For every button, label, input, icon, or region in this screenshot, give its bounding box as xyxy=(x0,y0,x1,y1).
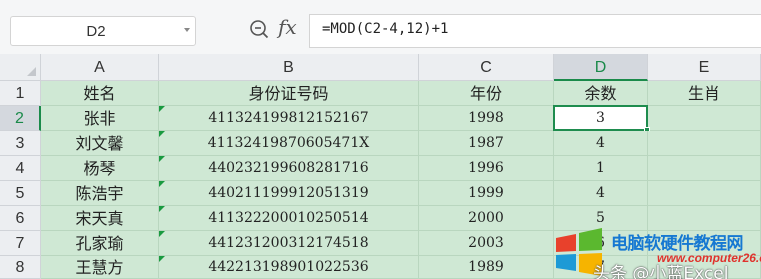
watermark-author: 头条 @小蓝Excel xyxy=(593,264,729,279)
cell-value: 41132419870605471X xyxy=(207,135,370,151)
cell-value: 1999 xyxy=(468,185,504,201)
cell-e1[interactable]: 生肖 xyxy=(648,81,761,106)
cell-value: 陈浩宇 xyxy=(75,184,124,203)
column-header-e[interactable]: E xyxy=(648,54,761,81)
number-as-text-marker-icon[interactable] xyxy=(159,131,165,137)
cell-d5[interactable]: 4 xyxy=(554,181,648,206)
cell-value: 1 xyxy=(596,160,605,176)
column-header-d[interactable]: D xyxy=(554,54,648,81)
number-as-text-marker-icon[interactable] xyxy=(159,231,165,237)
cell-a5[interactable]: 陈浩宇 xyxy=(41,181,159,206)
cell-d1[interactable]: 余数 xyxy=(554,81,648,106)
row-header-3[interactable]: 3 xyxy=(0,131,41,156)
name-box-value: D2 xyxy=(86,23,106,40)
cell-value: 442213198901022536 xyxy=(208,259,369,275)
cell-value: 刘文馨 xyxy=(75,134,124,153)
name-box[interactable]: D2 xyxy=(10,16,196,46)
cell-value: 年份 xyxy=(469,84,502,103)
row-header-8[interactable]: 8 xyxy=(0,256,41,279)
cell-a4[interactable]: 杨琴 xyxy=(41,156,159,181)
cell-value: 1989 xyxy=(468,259,504,275)
cell-value: 孔家瑜 xyxy=(75,234,124,253)
cell-c7[interactable]: 2003 xyxy=(419,231,554,256)
cell-a7[interactable]: 孔家瑜 xyxy=(41,231,159,256)
insert-function-icon[interactable]: fx xyxy=(278,15,297,39)
cell-value: 张非 xyxy=(83,109,116,128)
cell-d2[interactable]: 3 xyxy=(554,106,648,131)
zoom-formula-icon[interactable] xyxy=(249,19,269,39)
number-as-text-marker-icon[interactable] xyxy=(159,256,165,262)
row-header-6[interactable]: 6 xyxy=(0,206,41,231)
row-header-2[interactable]: 2 xyxy=(0,106,41,131)
row-header-4[interactable]: 4 xyxy=(0,156,41,181)
cell-b3[interactable]: 41132419870605471X xyxy=(159,131,419,156)
number-as-text-marker-icon[interactable] xyxy=(159,156,165,162)
cell-b1[interactable]: 身份证号码 xyxy=(159,81,419,106)
cell-d3[interactable]: 4 xyxy=(554,131,648,156)
cell-d4[interactable]: 1 xyxy=(554,156,648,181)
cell-value: 王慧方 xyxy=(75,258,124,277)
number-as-text-marker-icon[interactable] xyxy=(159,206,165,212)
cell-value: 4 xyxy=(596,185,605,201)
cell-value: 1987 xyxy=(468,135,504,151)
cell-value: 2000 xyxy=(468,210,504,226)
cell-value: 身份证号码 xyxy=(248,84,329,103)
cell-e3[interactable] xyxy=(648,131,761,156)
column-header-c[interactable]: C xyxy=(419,54,554,81)
number-as-text-marker-icon[interactable] xyxy=(159,181,165,187)
cell-a2[interactable]: 张非 xyxy=(41,106,159,131)
cell-value: 1998 xyxy=(468,110,504,126)
cell-value: 440232199608281716 xyxy=(208,160,369,176)
column-header-a[interactable]: A xyxy=(41,54,159,81)
cell-value: 杨琴 xyxy=(83,159,116,178)
cell-c3[interactable]: 1987 xyxy=(419,131,554,156)
cell-value: 2003 xyxy=(468,235,504,251)
cell-value: 余数 xyxy=(584,84,617,103)
cell-value: 3 xyxy=(596,110,605,126)
cell-value: 441231200312174518 xyxy=(208,235,369,251)
cell-b6[interactable]: 411322200010250514 xyxy=(159,206,419,231)
cell-e5[interactable] xyxy=(648,181,761,206)
name-box-dropdown-icon[interactable] xyxy=(184,28,190,32)
cell-b8[interactable]: 442213198901022536 xyxy=(159,256,419,279)
cell-a3[interactable]: 刘文馨 xyxy=(41,131,159,156)
row-header-5[interactable]: 5 xyxy=(0,181,41,206)
cell-e4[interactable] xyxy=(648,156,761,181)
cell-a1[interactable]: 姓名 xyxy=(41,81,159,106)
watermark: 电脑软硬件教程网 www.computer26.com 头条 @小蓝Excel xyxy=(553,226,761,279)
cell-b4[interactable]: 440232199608281716 xyxy=(159,156,419,181)
cell-value: 姓名 xyxy=(83,84,116,103)
cell-c5[interactable]: 1999 xyxy=(419,181,554,206)
cell-value: 1996 xyxy=(468,160,504,176)
row-header-1[interactable]: 1 xyxy=(0,81,41,106)
cell-value: 440211199912051319 xyxy=(208,185,369,201)
cell-c2[interactable]: 1998 xyxy=(419,106,554,131)
cell-c8[interactable]: 1989 xyxy=(419,256,554,279)
cell-value: 宋天真 xyxy=(75,209,124,228)
cell-a6[interactable]: 宋天真 xyxy=(41,206,159,231)
cell-b7[interactable]: 441231200312174518 xyxy=(159,231,419,256)
number-as-text-marker-icon[interactable] xyxy=(159,106,165,112)
cell-value: 5 xyxy=(596,210,605,226)
cell-a8[interactable]: 王慧方 xyxy=(41,256,159,279)
cell-e2[interactable] xyxy=(648,106,761,131)
cell-value: 41132419981215216​7 xyxy=(208,110,369,126)
cell-c4[interactable]: 1996 xyxy=(419,156,554,181)
formula-text: =MOD(C2-4,12)+1 xyxy=(322,21,449,37)
cell-value: 生肖 xyxy=(687,84,720,103)
cell-c1[interactable]: 年份 xyxy=(419,81,554,106)
select-all-corner[interactable] xyxy=(0,54,41,81)
cell-b5[interactable]: 440211199912051319 xyxy=(159,181,419,206)
formula-input[interactable]: =MOD(C2-4,12)+1 xyxy=(309,14,761,48)
row-header-7[interactable]: 7 xyxy=(0,231,41,256)
cell-value: 411322200010250514 xyxy=(208,210,369,226)
formula-bar: D2 fx =MOD(C2-4,12)+1 xyxy=(0,0,761,54)
cell-b2[interactable]: 41132419981215216​7 xyxy=(159,106,419,131)
column-header-b[interactable]: B xyxy=(159,54,419,81)
cell-c6[interactable]: 2000 xyxy=(419,206,554,231)
cell-value: 4 xyxy=(596,135,605,151)
